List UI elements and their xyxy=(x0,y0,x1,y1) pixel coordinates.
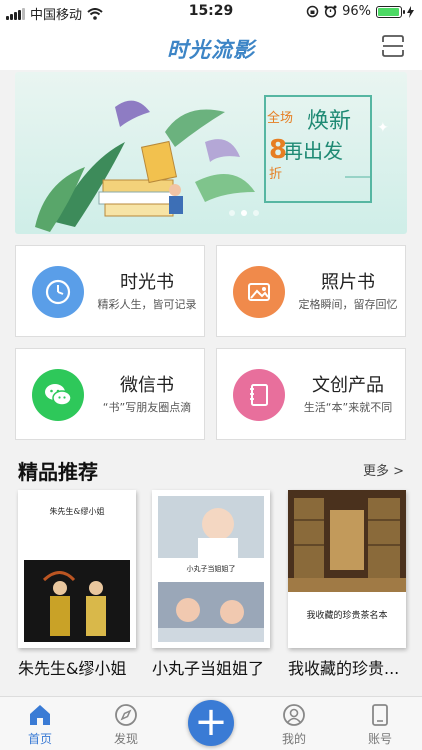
status-bar: 中国移动 15:29 96% xyxy=(0,0,422,24)
clock-icon xyxy=(32,266,84,318)
pagination-dot[interactable] xyxy=(229,210,235,216)
tab-home[interactable]: 首页 xyxy=(10,703,70,747)
category-title: 照片书 xyxy=(321,272,375,293)
featured-book-cover[interactable]: 小丸子当姐姐了 xyxy=(152,490,270,648)
app-logo: 时光流影 xyxy=(167,38,255,62)
featured-book-label[interactable]: 我收藏的珍贵... xyxy=(288,655,408,679)
book-cover-photo xyxy=(158,582,264,642)
banner-discount-suffix: 折 xyxy=(269,167,282,182)
banner-headline-part2: 再出发 xyxy=(283,139,343,163)
category-card-wechatbook[interactable]: 微信书 “书”写朋友圈点滴 xyxy=(15,348,205,440)
book-cover-title: 朱先生&缪小姐 xyxy=(49,507,105,516)
banner-pagination xyxy=(229,210,259,216)
banner-discount-value: 8 xyxy=(269,135,287,165)
charging-icon xyxy=(407,5,414,18)
battery-icon xyxy=(376,5,405,18)
book-cover-title: 小丸子当姐姐了 xyxy=(186,565,236,573)
app-header: 时光流影 xyxy=(0,24,422,70)
category-title: 文创产品 xyxy=(312,375,384,396)
battery-percent: 96% xyxy=(342,4,371,19)
tab-label: 我的 xyxy=(281,732,306,746)
banner-illustration: 焕新 再出发 全场 8 折 ✦ xyxy=(15,72,407,234)
scan-icon[interactable] xyxy=(382,35,404,57)
rotation-lock-icon xyxy=(306,5,319,18)
category-subtitle: 精彩人生，皆可记录 xyxy=(97,298,197,311)
home-icon xyxy=(30,705,50,725)
category-card-timebook[interactable]: 时光书 精彩人生，皆可记录 xyxy=(15,245,205,337)
tab-mine[interactable]: 我的 xyxy=(264,703,324,747)
category-title: 微信书 xyxy=(120,375,174,396)
pagination-dot[interactable] xyxy=(241,210,247,216)
tab-discover[interactable]: 发现 xyxy=(96,703,156,747)
book-cover-photo xyxy=(24,560,130,642)
more-link[interactable]: 更多 > xyxy=(363,460,404,479)
wechat-icon xyxy=(32,369,84,421)
banner-discount-prefix: 全场 xyxy=(267,110,293,126)
featured-book-label[interactable]: 朱先生&缪小姐 xyxy=(18,655,148,679)
compass-icon xyxy=(115,704,137,726)
svg-text:✦: ✦ xyxy=(377,120,389,136)
book-cover-title: 我收藏的珍贵茶名本 xyxy=(306,611,388,621)
banner-headline-part1: 焕新 xyxy=(307,109,351,134)
alarm-icon xyxy=(324,5,337,18)
user-icon xyxy=(283,704,305,726)
category-subtitle: 定格瞬间，留存回忆 xyxy=(298,298,398,311)
category-subtitle: 生活“本”来就不同 xyxy=(303,401,393,414)
featured-book-label[interactable]: 小丸子当姐姐了 xyxy=(152,655,282,679)
tab-label: 发现 xyxy=(113,732,138,746)
account-icon xyxy=(372,704,388,726)
category-subtitle: “书”写朋友圈点滴 xyxy=(102,401,192,414)
promo-banner[interactable]: 焕新 再出发 全场 8 折 ✦ xyxy=(15,72,407,234)
book-cover-photo xyxy=(158,496,264,558)
pagination-dot[interactable] xyxy=(253,210,259,216)
featured-section-title: 精品推荐 xyxy=(18,460,98,484)
tab-label: 首页 xyxy=(27,732,52,746)
notebook-icon xyxy=(233,369,285,421)
category-card-creative[interactable]: 文创产品 生活“本”来就不同 xyxy=(216,348,406,440)
tab-label: 账号 xyxy=(367,732,392,746)
category-card-photobook[interactable]: 照片书 定格瞬间，留存回忆 xyxy=(216,245,406,337)
create-button[interactable]: + xyxy=(188,700,234,746)
category-title: 时光书 xyxy=(120,272,174,293)
tab-account[interactable]: 账号 xyxy=(350,703,410,747)
photo-icon xyxy=(233,266,285,318)
featured-book-cover[interactable]: 我收藏的珍贵茶名本 xyxy=(288,490,406,648)
status-icons: 96% xyxy=(306,4,414,19)
featured-book-cover[interactable]: 朱先生&缪小姐 xyxy=(18,490,136,648)
book-cover-photo xyxy=(288,490,406,592)
